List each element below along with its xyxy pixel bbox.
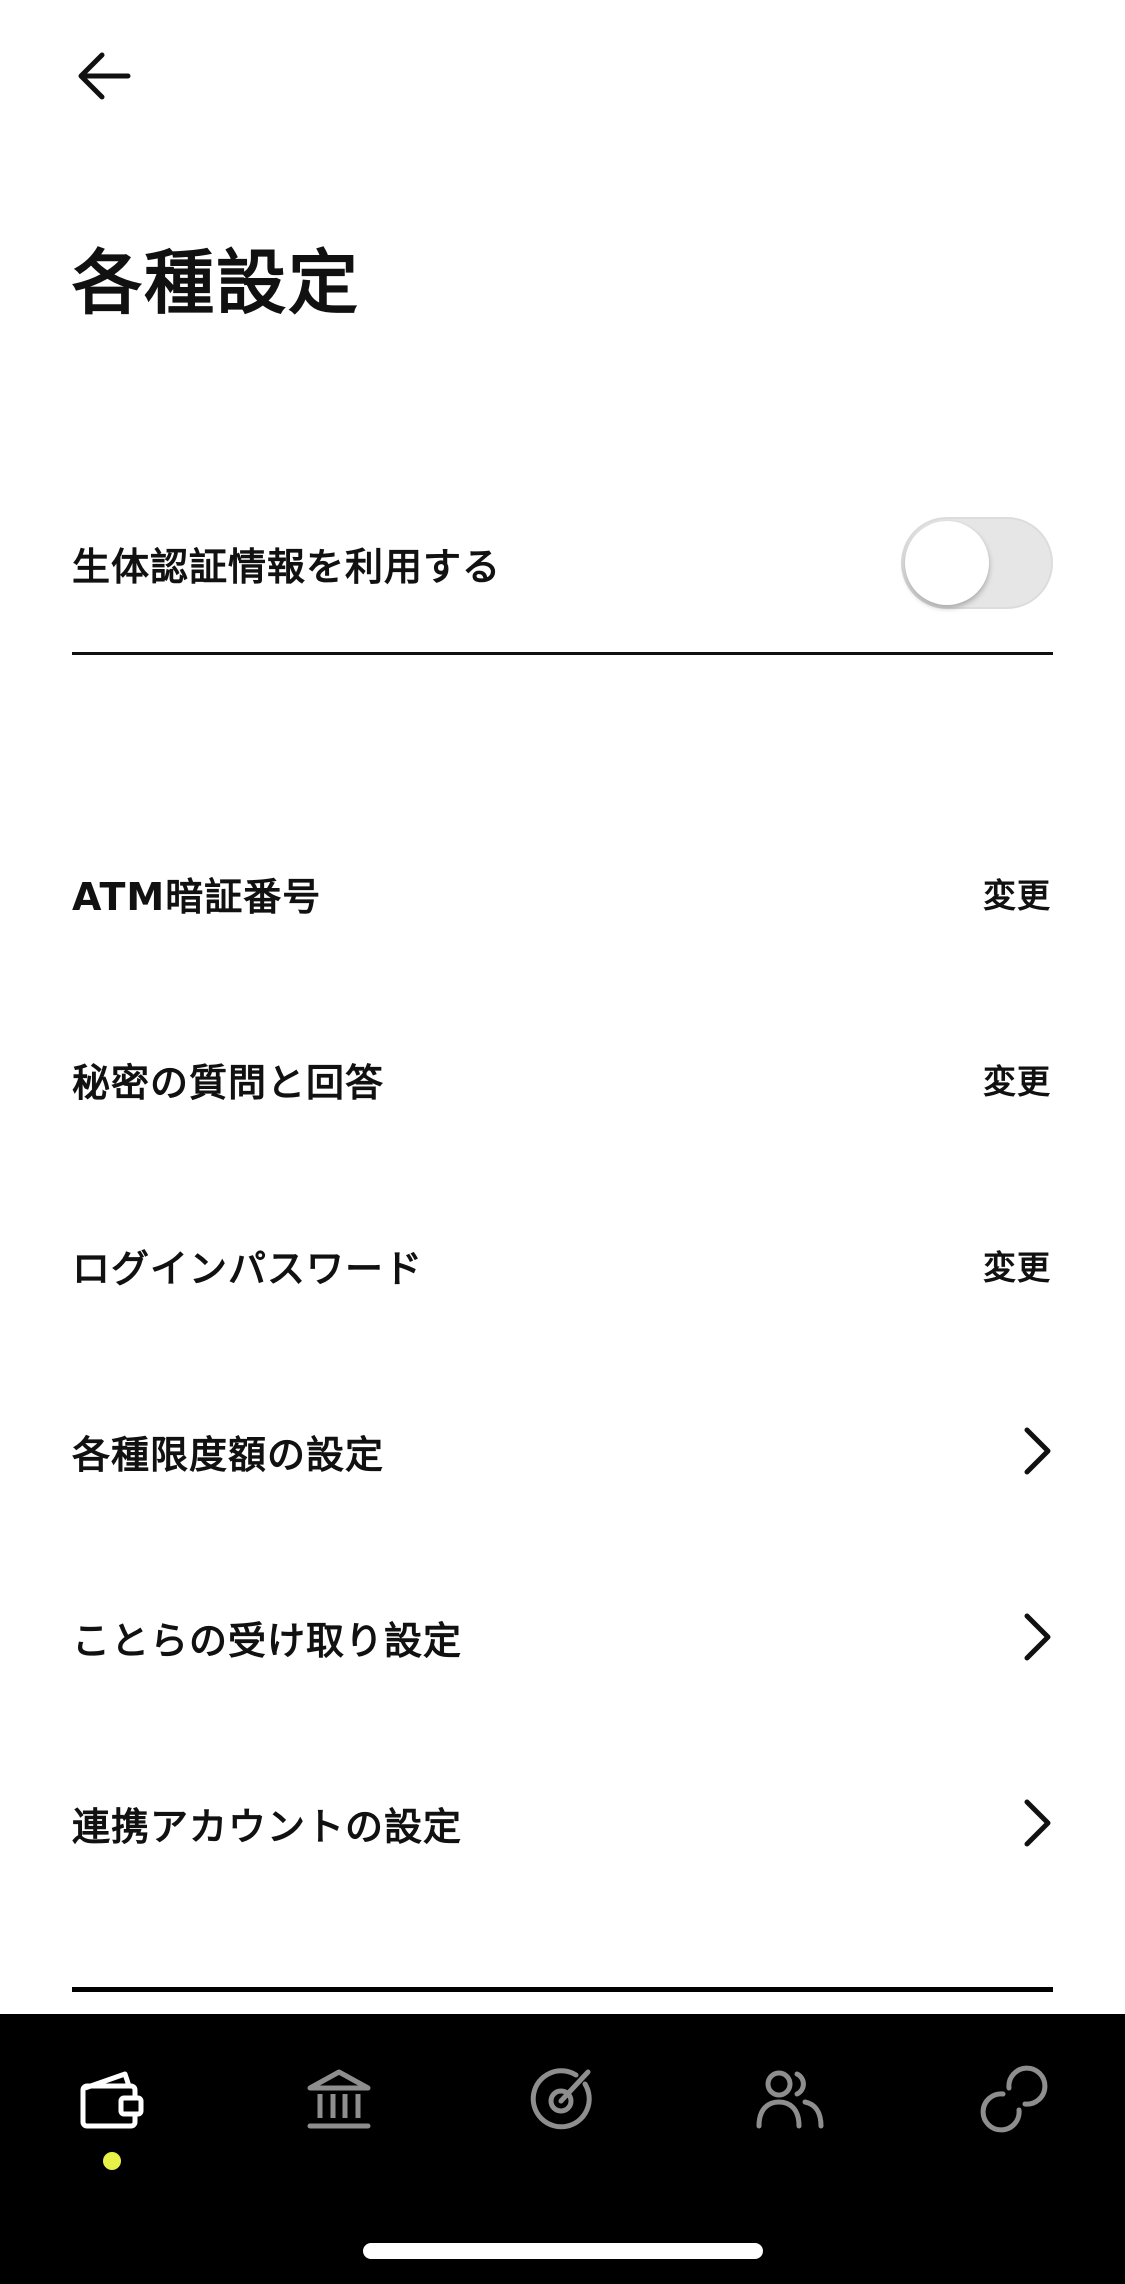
toggle-knob <box>905 521 989 605</box>
nav-item-people[interactable] <box>735 2064 845 2184</box>
back-button[interactable] <box>62 38 146 114</box>
secret-question-change-button[interactable]: 変更 <box>983 1055 1053 1103</box>
page-title: 各種設定 <box>72 242 360 324</box>
kotora-label: ことらの受け取り設定 <box>72 1618 463 1663</box>
linked-accounts-label: 連携アカウントの設定 <box>72 1804 463 1849</box>
chevron-right-icon[interactable] <box>993 1607 1053 1667</box>
home-indicator[interactable] <box>363 2243 763 2259</box>
chevron-right-icon[interactable] <box>993 1793 1053 1853</box>
login-password-row: ログインパスワード 変更 <box>72 1205 1053 1325</box>
login-password-label: ログインパスワード <box>72 1246 424 1291</box>
linked-accounts-row[interactable]: 連携アカウントの設定 <box>72 1763 1053 1883</box>
biometric-row: 生体認証情報を利用する <box>72 503 1053 623</box>
login-password-change-button[interactable]: 変更 <box>983 1241 1053 1289</box>
atm-pin-label: ATM暗証番号 <box>72 874 322 919</box>
active-indicator-dot <box>103 2152 121 2170</box>
section-divider <box>72 652 1053 655</box>
biometric-label: 生体認証情報を利用する <box>72 544 502 589</box>
atm-pin-row: ATM暗証番号 変更 <box>72 833 1053 953</box>
secret-question-label: 秘密の質問と回答 <box>72 1060 385 1105</box>
arrow-left-icon <box>78 52 131 100</box>
nav-item-bank[interactable] <box>284 2064 394 2184</box>
people-icon <box>756 2070 824 2129</box>
limits-row[interactable]: 各種限度額の設定 <box>72 1391 1053 1511</box>
bank-icon <box>307 2069 371 2129</box>
nav-item-link[interactable] <box>959 2064 1069 2184</box>
wallet-icon <box>80 2071 144 2129</box>
biometric-toggle[interactable] <box>901 517 1053 609</box>
limits-label: 各種限度額の設定 <box>72 1432 385 1477</box>
nav-item-wallet[interactable] <box>57 2064 167 2184</box>
secret-question-row: 秘密の質問と回答 変更 <box>72 1019 1053 1139</box>
chevron-right-icon[interactable] <box>993 1421 1053 1481</box>
settings-screen: 各種設定 生体認証情報を利用する ATM暗証番号 変更 秘密の質問と回答 変更 … <box>0 0 1125 2284</box>
link-icon <box>980 2065 1048 2133</box>
target-icon <box>530 2068 592 2130</box>
nav-item-goals[interactable] <box>508 2064 618 2184</box>
kotora-row[interactable]: ことらの受け取り設定 <box>72 1577 1053 1697</box>
bottom-divider <box>72 1987 1053 1992</box>
atm-pin-change-button[interactable]: 変更 <box>983 869 1053 917</box>
